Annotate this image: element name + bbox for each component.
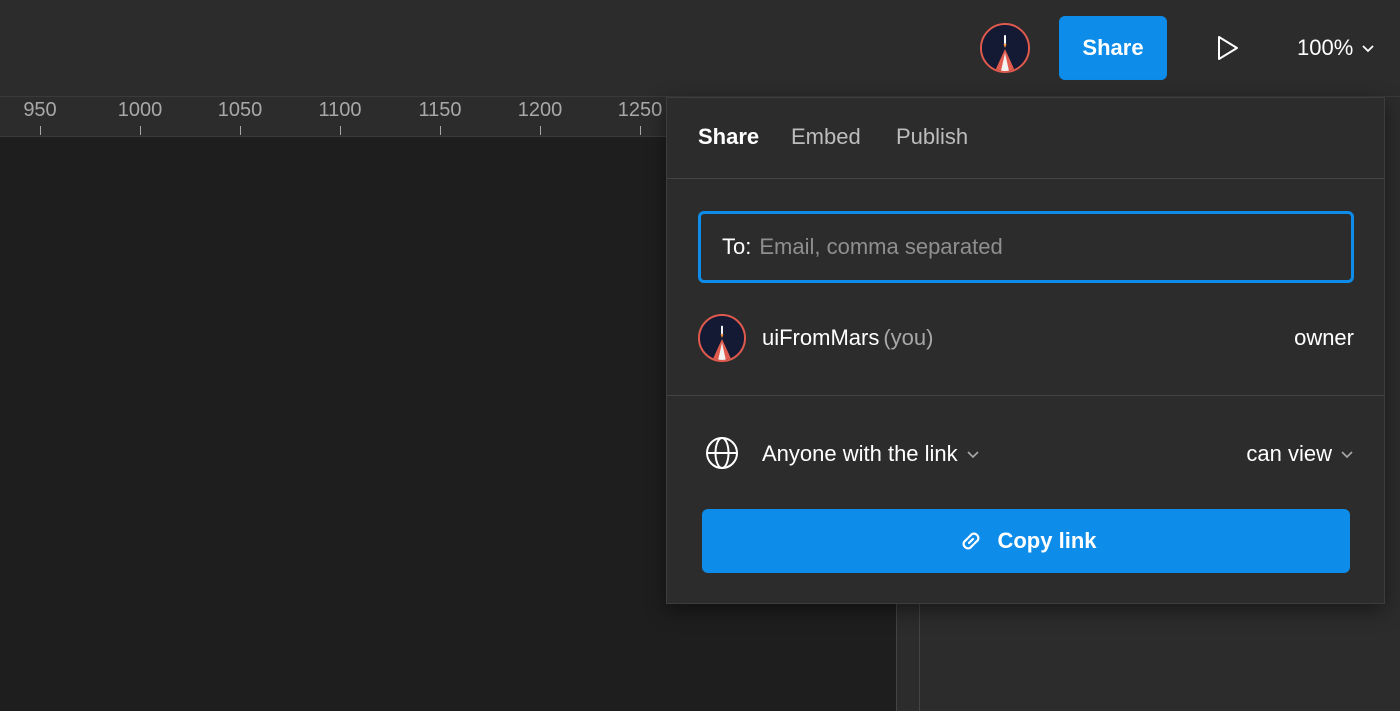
share-dialog-tabs: Share Embed Publish: [667, 98, 1384, 179]
link-permission-label: can view: [1246, 441, 1332, 466]
collaborator-name: uiFromMars (you): [762, 325, 933, 351]
link-icon: [963, 532, 980, 550]
copy-link-label: Copy link: [997, 528, 1097, 553]
share-dialog: Share Embed Publish To: uiFromMars(you) …: [666, 97, 1385, 604]
collaborator-role: owner: [1294, 325, 1354, 350]
user-avatar[interactable]: [980, 23, 1030, 73]
chevron-down-icon: [1341, 451, 1353, 459]
email-input[interactable]: [759, 234, 1351, 260]
to-label: To:: [722, 234, 752, 259]
tab-share[interactable]: Share: [698, 124, 759, 150]
globe-icon: [706, 437, 738, 469]
chevron-down-icon: [1362, 45, 1374, 53]
link-permission-dropdown[interactable]: can view: [1246, 441, 1354, 467]
top-toolbar: Share 100%: [0, 0, 1400, 97]
user-name: uiFromMars: [762, 325, 880, 350]
zoom-dropdown[interactable]: 100%: [1297, 32, 1375, 64]
zoom-value: 100%: [1297, 35, 1354, 60]
collaborator-row: uiFromMars (you) owner: [698, 313, 1354, 363]
tab-publish[interactable]: Publish: [896, 124, 968, 150]
invite-email-field[interactable]: To:: [698, 211, 1354, 283]
rocket-avatar-icon: [982, 25, 1028, 71]
chevron-down-icon: [967, 451, 979, 459]
play-icon[interactable]: [1213, 34, 1241, 62]
link-access-label: Anyone with the link: [762, 441, 958, 466]
copy-link-button[interactable]: Copy link: [702, 509, 1350, 573]
horizontal-ruler: 950 1000 1050 1100 1150 1200 1250: [0, 97, 666, 137]
you-tag: (you): [883, 325, 934, 350]
tab-embed[interactable]: Embed: [791, 124, 861, 150]
avatar: [698, 314, 746, 362]
link-access-dropdown[interactable]: Anyone with the link: [762, 441, 980, 467]
link-access-row: Anyone with the link can view: [698, 433, 1354, 473]
share-button[interactable]: Share: [1059, 16, 1167, 80]
rocket-avatar-icon: [700, 316, 744, 360]
divider: [667, 395, 1384, 396]
